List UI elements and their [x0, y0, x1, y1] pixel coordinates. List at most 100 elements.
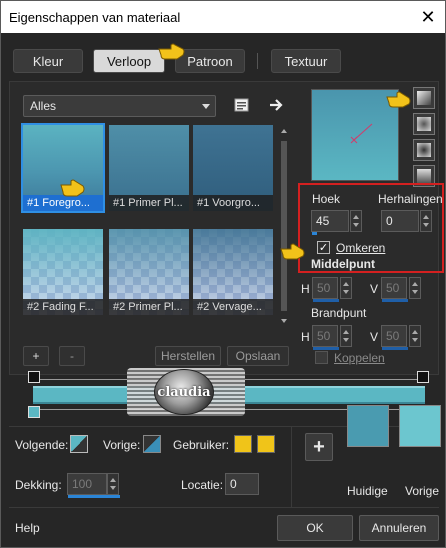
window-title: Eigenschappen van materiaal: [9, 9, 181, 25]
gradient-swatch[interactable]: #1 Primer Pl...: [109, 125, 189, 211]
midpoint-h-spinner[interactable]: [340, 277, 352, 299]
radial-style-button[interactable]: [413, 139, 435, 161]
midpoint-h-label: H: [301, 282, 310, 296]
focalpoint-v-bar: [382, 347, 408, 350]
focalpoint-label: Brandpunt: [311, 306, 367, 320]
delete-gradient-button[interactable]: -: [59, 346, 85, 366]
title-bar: Eigenschappen van materiaal ✕: [1, 1, 445, 33]
rectangular-style-button[interactable]: [413, 113, 435, 135]
scroll-thumb[interactable]: [281, 141, 287, 311]
gradient-swatch[interactable]: #2 Fading F...: [23, 229, 103, 315]
cancel-label: Annuleren: [371, 521, 427, 535]
tab-label: Kleur: [32, 53, 64, 69]
repeats-spinner[interactable]: [420, 210, 432, 232]
angle-spinner[interactable]: [350, 210, 362, 232]
link-checkbox[interactable]: [315, 351, 328, 364]
previous-color-swatch[interactable]: [143, 435, 161, 453]
opacity-stop-left[interactable]: [28, 371, 40, 383]
repeats-input[interactable]: 0: [381, 210, 419, 232]
next-color-label: Volgende:: [15, 438, 69, 452]
swatch-label: #1 Voorgro...: [193, 195, 273, 211]
swatch-scrollbar[interactable]: [279, 125, 289, 327]
arrow-right-icon: [270, 99, 283, 111]
scroll-down-icon[interactable]: [281, 319, 287, 323]
current-color-swatch[interactable]: [347, 405, 389, 447]
help-link[interactable]: Help: [15, 521, 40, 535]
focalpoint-h-spinner[interactable]: [340, 325, 352, 347]
reset-label: Herstellen: [160, 349, 216, 363]
document-icon: [234, 98, 249, 112]
angle-label: Hoek: [312, 192, 341, 206]
linear-style-button[interactable]: [413, 87, 435, 109]
tab-label: Textuur: [284, 53, 328, 69]
reset-button[interactable]: Herstellen: [155, 346, 221, 366]
gradient-swatch[interactable]: #2 Primer Pl...: [109, 229, 189, 315]
repeats-value: 0: [386, 214, 393, 228]
location-label: Locatie:: [181, 478, 224, 492]
midpoint-v-spinner[interactable]: [409, 277, 421, 299]
linear-gradient-icon: [417, 91, 431, 105]
midpoint-v-bar: [382, 299, 408, 302]
swatch-label: #2 Primer Pl...: [109, 299, 189, 315]
radial-gradient-icon: [417, 143, 431, 157]
midpoint-v-input[interactable]: 50: [381, 277, 408, 302]
material-properties-dialog: Eigenschappen van materiaal ✕ Kleur Verl…: [0, 0, 446, 548]
midpoint-h-input[interactable]: 50: [312, 277, 339, 302]
next-color-swatch[interactable]: [70, 435, 88, 453]
plus-icon: +: [32, 349, 40, 363]
user-color-swatch-2[interactable]: [257, 435, 275, 453]
tab-textuur[interactable]: Textuur: [271, 49, 341, 73]
minus-icon: -: [70, 349, 74, 363]
focalpoint-h-label: H: [301, 330, 310, 344]
opacity-label: Dekking:: [15, 478, 62, 492]
previous-material-swatch[interactable]: [399, 405, 441, 447]
category-select[interactable]: Alles: [23, 95, 216, 117]
location-input[interactable]: 0: [225, 473, 259, 495]
cancel-button[interactable]: Annuleren: [359, 515, 439, 541]
midpoint-h-value: 50: [317, 281, 331, 295]
repeats-label: Herhalingen: [378, 192, 443, 206]
save-label: Opslaan: [235, 349, 281, 363]
ok-button[interactable]: OK: [277, 515, 353, 541]
current-color-label: Huidige: [347, 484, 388, 498]
save-button[interactable]: Opslaan: [227, 346, 289, 366]
plus-icon: +: [313, 435, 325, 458]
add-to-swatches-button[interactable]: +: [305, 433, 333, 461]
focalpoint-v-spinner[interactable]: [409, 325, 421, 347]
tab-kleur[interactable]: Kleur: [13, 49, 83, 73]
opacity-input[interactable]: 100: [67, 473, 120, 498]
angle-value: 45: [316, 214, 330, 228]
focalpoint-h-input[interactable]: 50: [312, 325, 339, 350]
opacity-value: 100: [72, 477, 93, 491]
scroll-up-icon[interactable]: [281, 129, 287, 133]
tab-separator: [257, 53, 258, 69]
sunburst-gradient-icon: [417, 169, 431, 183]
user-color-label: Gebruiker:: [173, 438, 230, 452]
midpoint-h-bar: [313, 299, 339, 302]
location-value: 0: [230, 477, 237, 491]
gradient-swatch[interactable]: #1 Voorgro...: [193, 125, 273, 211]
focalpoint-v-input[interactable]: 50: [381, 325, 408, 350]
swatch-label: #2 Vervage...: [193, 299, 273, 315]
focalpoint-h-value: 50: [317, 329, 331, 343]
user-color-swatch[interactable]: [234, 435, 252, 453]
add-gradient-button[interactable]: +: [23, 346, 49, 366]
invert-checkbox[interactable]: ✓: [317, 241, 330, 254]
category-value: Alles: [30, 99, 57, 113]
color-stop-left[interactable]: [28, 406, 40, 418]
angle-level-bar: [312, 232, 317, 235]
opacity-stop-right[interactable]: [417, 371, 429, 383]
tab-verloop[interactable]: Verloop: [93, 49, 165, 73]
more-options-button[interactable]: [267, 94, 287, 116]
previous-color-label: Vorige:: [103, 438, 141, 452]
angle-input[interactable]: 45: [311, 210, 349, 235]
pointer-hand-icon: [158, 43, 185, 60]
browse-library-button[interactable]: [233, 94, 251, 116]
opacity-level-bar: [68, 495, 120, 498]
gradient-swatch[interactable]: #2 Vervage...: [193, 229, 273, 315]
midpoint-v-label: V: [370, 282, 379, 296]
focalpoint-h-bar: [313, 347, 339, 350]
close-icon[interactable]: ✕: [417, 6, 439, 28]
opacity-spinner[interactable]: [107, 473, 119, 495]
rectangular-gradient-icon: [417, 117, 431, 131]
